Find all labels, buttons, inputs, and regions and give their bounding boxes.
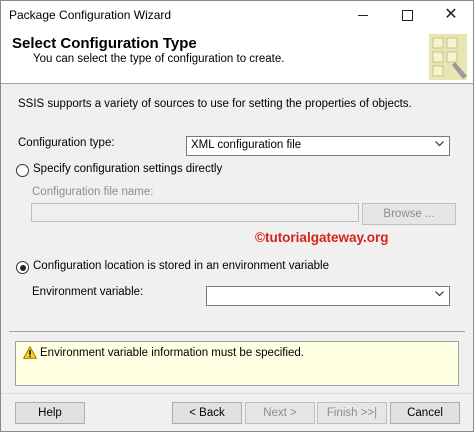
maximize-button[interactable]: [385, 1, 429, 29]
title-bar: Package Configuration Wizard ✕: [1, 1, 473, 29]
wizard-header: Select Configuration Type You can select…: [1, 29, 473, 84]
page-title: Select Configuration Type: [12, 35, 197, 52]
radio-environment-variable[interactable]: [16, 261, 29, 274]
description-text: SSIS supports a variety of sources to us…: [18, 98, 412, 110]
chevron-down-icon: [435, 291, 444, 297]
warning-triangle-icon: [23, 346, 37, 359]
warning-panel: Environment variable information must be…: [15, 341, 459, 386]
next-button[interactable]: Next >: [245, 402, 315, 424]
close-button[interactable]: ✕: [429, 1, 473, 29]
close-icon: ✕: [444, 6, 458, 23]
help-button[interactable]: Help: [15, 402, 85, 424]
environment-variable-select[interactable]: [206, 286, 450, 306]
minimize-button[interactable]: [341, 1, 385, 29]
config-file-name-input[interactable]: [31, 203, 359, 222]
browse-button[interactable]: Browse ...: [362, 203, 456, 225]
config-type-value: XML configuration file: [191, 139, 302, 151]
radio-specify-directly-label: Specify configuration settings directly: [33, 163, 223, 175]
page-subtitle: You can select the type of configuration…: [33, 53, 285, 65]
radio-specify-directly[interactable]: [16, 164, 29, 177]
window-title: Package Configuration Wizard: [9, 8, 172, 22]
warning-message: Environment variable information must be…: [40, 347, 304, 359]
cancel-button[interactable]: Cancel: [390, 402, 460, 424]
config-file-name-label: Configuration file name:: [32, 186, 154, 198]
wizard-window: Package Configuration Wizard ✕ Select Co…: [0, 0, 474, 432]
environment-variable-label: Environment variable:: [32, 286, 144, 298]
watermark-text: ©tutorialgateway.org: [255, 230, 389, 245]
radio-environment-variable-label: Configuration location is stored in an e…: [33, 260, 329, 272]
finish-button[interactable]: Finish >>|: [317, 402, 387, 424]
section-divider: [9, 331, 465, 332]
back-button[interactable]: < Back: [172, 402, 242, 424]
button-bar-divider: [1, 393, 473, 394]
config-type-label: Configuration type:: [18, 137, 115, 149]
maximize-icon: [401, 9, 413, 21]
minimize-icon: [358, 14, 368, 16]
config-type-select[interactable]: XML configuration file: [186, 136, 450, 156]
chevron-down-icon: [435, 141, 444, 147]
wizard-grid-icon: [429, 34, 467, 80]
